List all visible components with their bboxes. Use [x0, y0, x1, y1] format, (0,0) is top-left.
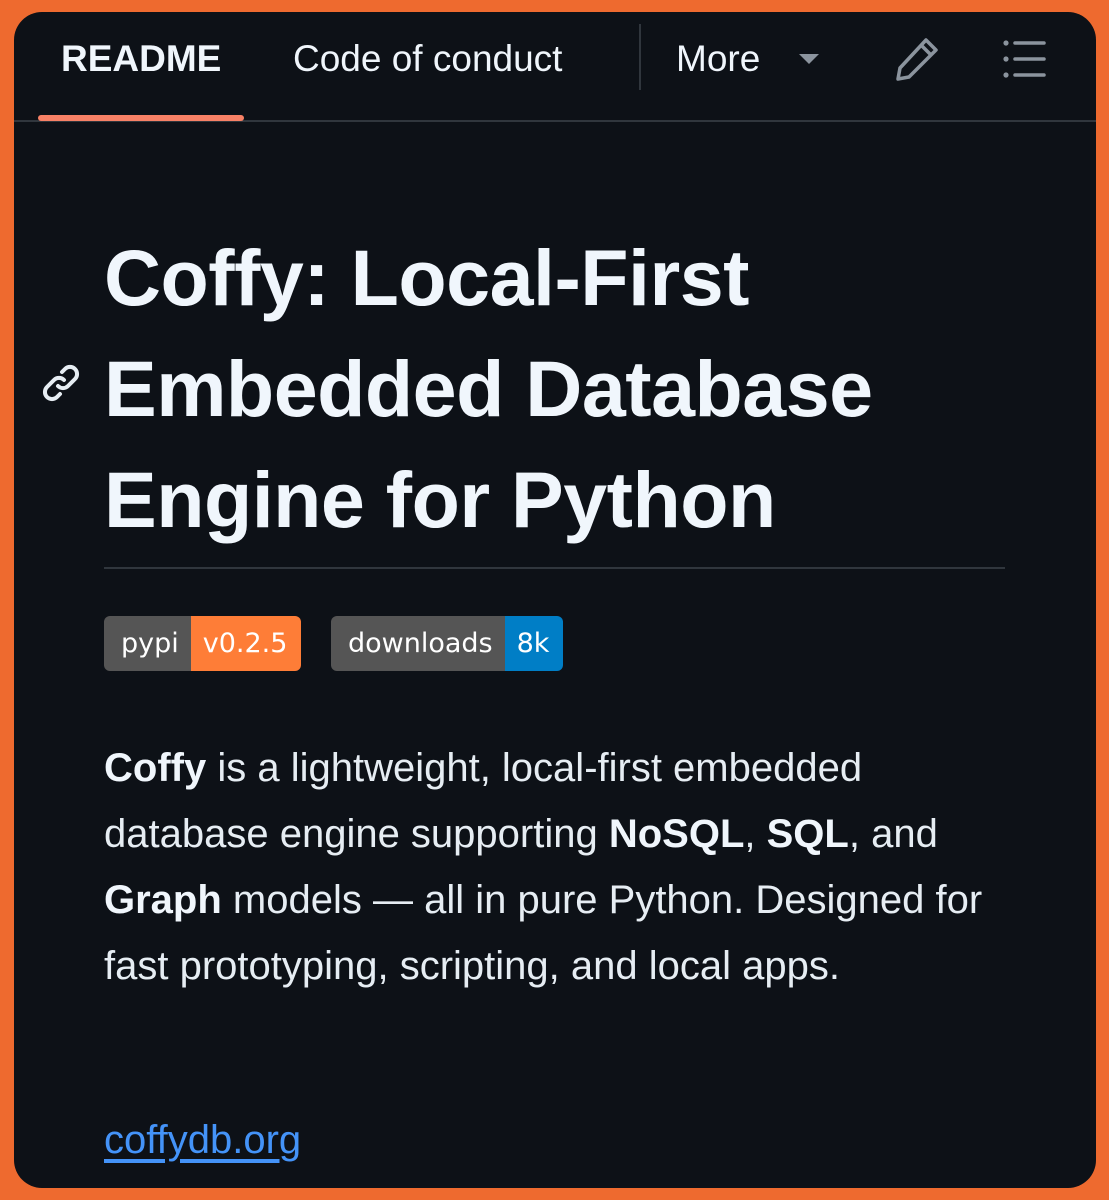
bold-graph: Graph — [104, 878, 222, 922]
description-text: models — all in pure Python. Designed fo… — [104, 878, 983, 988]
description-paragraph: Coffy is a lightweight, local-first embe… — [104, 735, 1024, 999]
bold-sql: SQL — [766, 812, 849, 856]
tab-more[interactable]: More — [676, 34, 760, 84]
tab-divider — [639, 24, 641, 90]
description-text: , — [744, 812, 767, 856]
caret-down-icon[interactable] — [799, 54, 819, 64]
active-tab-indicator — [38, 115, 244, 121]
tab-bar: README Code of conduct More — [14, 12, 1096, 122]
pypi-badge[interactable]: pypi v0.2.5 — [104, 616, 302, 671]
tab-readme[interactable]: README — [61, 34, 221, 84]
readme-panel: README Code of conduct More Coffy: Local… — [14, 12, 1096, 1188]
list-icon[interactable] — [999, 34, 1049, 84]
pypi-badge-value: v0.2.5 — [190, 616, 302, 671]
link-icon[interactable] — [38, 360, 84, 406]
pencil-icon[interactable] — [892, 34, 942, 84]
website-link[interactable]: coffydb.org — [104, 1112, 301, 1168]
downloads-badge[interactable]: downloads 8k — [331, 616, 564, 671]
page-title: Coffy: Local-First Embedded Database Eng… — [104, 222, 1034, 555]
description-text: , and — [848, 812, 938, 856]
title-line-3: Engine for Python — [104, 455, 776, 544]
tab-code-of-conduct[interactable]: Code of conduct — [293, 34, 562, 84]
bold-coffy: Coffy — [104, 746, 207, 790]
title-line-2: Embedded Database — [104, 344, 873, 433]
bold-nosql: NoSQL — [608, 812, 745, 856]
downloads-badge-value: 8k — [504, 616, 564, 671]
downloads-badge-label: downloads — [331, 616, 505, 671]
pypi-badge-label: pypi — [104, 616, 191, 671]
heading-divider — [104, 567, 1005, 569]
title-line-1: Coffy: Local-First — [104, 233, 749, 322]
